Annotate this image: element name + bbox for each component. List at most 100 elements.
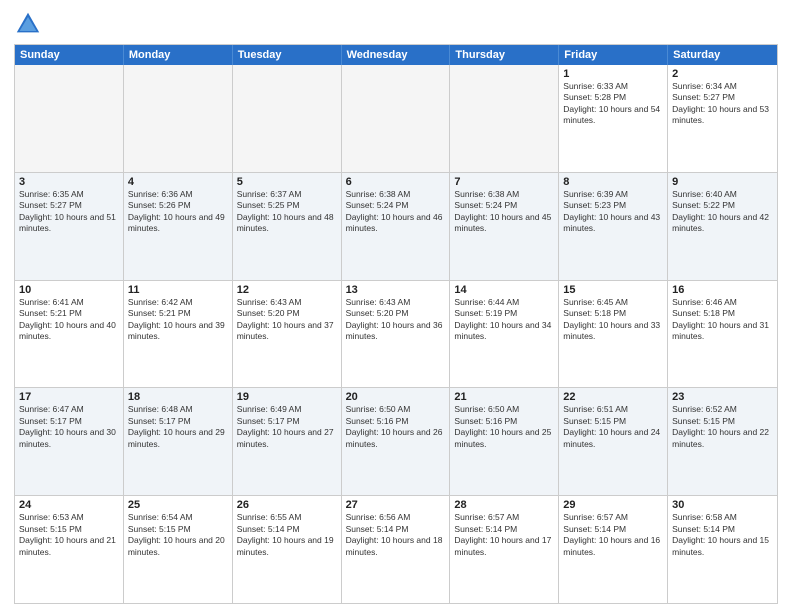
day-cell-24: 24Sunrise: 6:53 AM Sunset: 5:15 PM Dayli…	[15, 496, 124, 603]
weekday-header-friday: Friday	[559, 45, 668, 65]
weekday-header-sunday: Sunday	[15, 45, 124, 65]
day-number-15: 15	[563, 284, 663, 296]
day-cell-4: 4Sunrise: 6:36 AM Sunset: 5:26 PM Daylig…	[124, 173, 233, 280]
header	[14, 10, 778, 38]
day-info-2: Sunrise: 6:34 AM Sunset: 5:27 PM Dayligh…	[672, 81, 773, 127]
day-number-24: 24	[19, 499, 119, 511]
day-info-24: Sunrise: 6:53 AM Sunset: 5:15 PM Dayligh…	[19, 512, 119, 558]
day-cell-12: 12Sunrise: 6:43 AM Sunset: 5:20 PM Dayli…	[233, 281, 342, 388]
day-info-1: Sunrise: 6:33 AM Sunset: 5:28 PM Dayligh…	[563, 81, 663, 127]
empty-cell	[233, 65, 342, 172]
day-info-13: Sunrise: 6:43 AM Sunset: 5:20 PM Dayligh…	[346, 297, 446, 343]
day-number-20: 20	[346, 391, 446, 403]
day-number-10: 10	[19, 284, 119, 296]
day-number-19: 19	[237, 391, 337, 403]
day-cell-17: 17Sunrise: 6:47 AM Sunset: 5:17 PM Dayli…	[15, 388, 124, 495]
day-cell-10: 10Sunrise: 6:41 AM Sunset: 5:21 PM Dayli…	[15, 281, 124, 388]
day-number-4: 4	[128, 176, 228, 188]
day-number-30: 30	[672, 499, 773, 511]
day-info-27: Sunrise: 6:56 AM Sunset: 5:14 PM Dayligh…	[346, 512, 446, 558]
day-info-29: Sunrise: 6:57 AM Sunset: 5:14 PM Dayligh…	[563, 512, 663, 558]
day-number-7: 7	[454, 176, 554, 188]
calendar-body: 1Sunrise: 6:33 AM Sunset: 5:28 PM Daylig…	[15, 65, 777, 603]
day-cell-7: 7Sunrise: 6:38 AM Sunset: 5:24 PM Daylig…	[450, 173, 559, 280]
day-cell-18: 18Sunrise: 6:48 AM Sunset: 5:17 PM Dayli…	[124, 388, 233, 495]
day-info-19: Sunrise: 6:49 AM Sunset: 5:17 PM Dayligh…	[237, 404, 337, 450]
day-number-25: 25	[128, 499, 228, 511]
day-number-26: 26	[237, 499, 337, 511]
day-number-16: 16	[672, 284, 773, 296]
day-info-3: Sunrise: 6:35 AM Sunset: 5:27 PM Dayligh…	[19, 189, 119, 235]
day-info-6: Sunrise: 6:38 AM Sunset: 5:24 PM Dayligh…	[346, 189, 446, 235]
day-cell-8: 8Sunrise: 6:39 AM Sunset: 5:23 PM Daylig…	[559, 173, 668, 280]
day-number-3: 3	[19, 176, 119, 188]
day-info-28: Sunrise: 6:57 AM Sunset: 5:14 PM Dayligh…	[454, 512, 554, 558]
day-number-5: 5	[237, 176, 337, 188]
day-cell-19: 19Sunrise: 6:49 AM Sunset: 5:17 PM Dayli…	[233, 388, 342, 495]
weekday-header-wednesday: Wednesday	[342, 45, 451, 65]
day-cell-2: 2Sunrise: 6:34 AM Sunset: 5:27 PM Daylig…	[668, 65, 777, 172]
day-cell-1: 1Sunrise: 6:33 AM Sunset: 5:28 PM Daylig…	[559, 65, 668, 172]
day-cell-22: 22Sunrise: 6:51 AM Sunset: 5:15 PM Dayli…	[559, 388, 668, 495]
weekday-header-saturday: Saturday	[668, 45, 777, 65]
calendar-row-5: 24Sunrise: 6:53 AM Sunset: 5:15 PM Dayli…	[15, 495, 777, 603]
calendar-row-2: 3Sunrise: 6:35 AM Sunset: 5:27 PM Daylig…	[15, 172, 777, 280]
day-number-27: 27	[346, 499, 446, 511]
calendar-row-1: 1Sunrise: 6:33 AM Sunset: 5:28 PM Daylig…	[15, 65, 777, 172]
day-cell-14: 14Sunrise: 6:44 AM Sunset: 5:19 PM Dayli…	[450, 281, 559, 388]
day-info-30: Sunrise: 6:58 AM Sunset: 5:14 PM Dayligh…	[672, 512, 773, 558]
day-cell-21: 21Sunrise: 6:50 AM Sunset: 5:16 PM Dayli…	[450, 388, 559, 495]
day-info-15: Sunrise: 6:45 AM Sunset: 5:18 PM Dayligh…	[563, 297, 663, 343]
day-info-9: Sunrise: 6:40 AM Sunset: 5:22 PM Dayligh…	[672, 189, 773, 235]
day-info-21: Sunrise: 6:50 AM Sunset: 5:16 PM Dayligh…	[454, 404, 554, 450]
weekday-header-tuesday: Tuesday	[233, 45, 342, 65]
day-info-18: Sunrise: 6:48 AM Sunset: 5:17 PM Dayligh…	[128, 404, 228, 450]
calendar-row-3: 10Sunrise: 6:41 AM Sunset: 5:21 PM Dayli…	[15, 280, 777, 388]
day-number-1: 1	[563, 68, 663, 80]
day-info-25: Sunrise: 6:54 AM Sunset: 5:15 PM Dayligh…	[128, 512, 228, 558]
day-number-14: 14	[454, 284, 554, 296]
day-cell-30: 30Sunrise: 6:58 AM Sunset: 5:14 PM Dayli…	[668, 496, 777, 603]
calendar-row-4: 17Sunrise: 6:47 AM Sunset: 5:17 PM Dayli…	[15, 387, 777, 495]
empty-cell	[124, 65, 233, 172]
day-info-12: Sunrise: 6:43 AM Sunset: 5:20 PM Dayligh…	[237, 297, 337, 343]
day-cell-5: 5Sunrise: 6:37 AM Sunset: 5:25 PM Daylig…	[233, 173, 342, 280]
calendar-header: SundayMondayTuesdayWednesdayThursdayFrid…	[15, 45, 777, 65]
day-number-8: 8	[563, 176, 663, 188]
day-info-5: Sunrise: 6:37 AM Sunset: 5:25 PM Dayligh…	[237, 189, 337, 235]
weekday-header-monday: Monday	[124, 45, 233, 65]
day-info-16: Sunrise: 6:46 AM Sunset: 5:18 PM Dayligh…	[672, 297, 773, 343]
day-cell-29: 29Sunrise: 6:57 AM Sunset: 5:14 PM Dayli…	[559, 496, 668, 603]
day-number-17: 17	[19, 391, 119, 403]
empty-cell	[342, 65, 451, 172]
day-cell-28: 28Sunrise: 6:57 AM Sunset: 5:14 PM Dayli…	[450, 496, 559, 603]
day-cell-6: 6Sunrise: 6:38 AM Sunset: 5:24 PM Daylig…	[342, 173, 451, 280]
day-number-21: 21	[454, 391, 554, 403]
day-number-18: 18	[128, 391, 228, 403]
day-number-6: 6	[346, 176, 446, 188]
day-info-14: Sunrise: 6:44 AM Sunset: 5:19 PM Dayligh…	[454, 297, 554, 343]
day-cell-15: 15Sunrise: 6:45 AM Sunset: 5:18 PM Dayli…	[559, 281, 668, 388]
day-info-26: Sunrise: 6:55 AM Sunset: 5:14 PM Dayligh…	[237, 512, 337, 558]
day-info-10: Sunrise: 6:41 AM Sunset: 5:21 PM Dayligh…	[19, 297, 119, 343]
weekday-header-thursday: Thursday	[450, 45, 559, 65]
day-number-23: 23	[672, 391, 773, 403]
day-cell-25: 25Sunrise: 6:54 AM Sunset: 5:15 PM Dayli…	[124, 496, 233, 603]
day-info-23: Sunrise: 6:52 AM Sunset: 5:15 PM Dayligh…	[672, 404, 773, 450]
day-info-22: Sunrise: 6:51 AM Sunset: 5:15 PM Dayligh…	[563, 404, 663, 450]
day-number-2: 2	[672, 68, 773, 80]
calendar: SundayMondayTuesdayWednesdayThursdayFrid…	[14, 44, 778, 604]
day-info-17: Sunrise: 6:47 AM Sunset: 5:17 PM Dayligh…	[19, 404, 119, 450]
logo	[14, 10, 46, 38]
day-number-9: 9	[672, 176, 773, 188]
day-number-29: 29	[563, 499, 663, 511]
day-number-28: 28	[454, 499, 554, 511]
day-info-7: Sunrise: 6:38 AM Sunset: 5:24 PM Dayligh…	[454, 189, 554, 235]
day-info-4: Sunrise: 6:36 AM Sunset: 5:26 PM Dayligh…	[128, 189, 228, 235]
day-cell-20: 20Sunrise: 6:50 AM Sunset: 5:16 PM Dayli…	[342, 388, 451, 495]
day-info-8: Sunrise: 6:39 AM Sunset: 5:23 PM Dayligh…	[563, 189, 663, 235]
logo-icon	[14, 10, 42, 38]
day-number-12: 12	[237, 284, 337, 296]
day-cell-16: 16Sunrise: 6:46 AM Sunset: 5:18 PM Dayli…	[668, 281, 777, 388]
day-cell-26: 26Sunrise: 6:55 AM Sunset: 5:14 PM Dayli…	[233, 496, 342, 603]
